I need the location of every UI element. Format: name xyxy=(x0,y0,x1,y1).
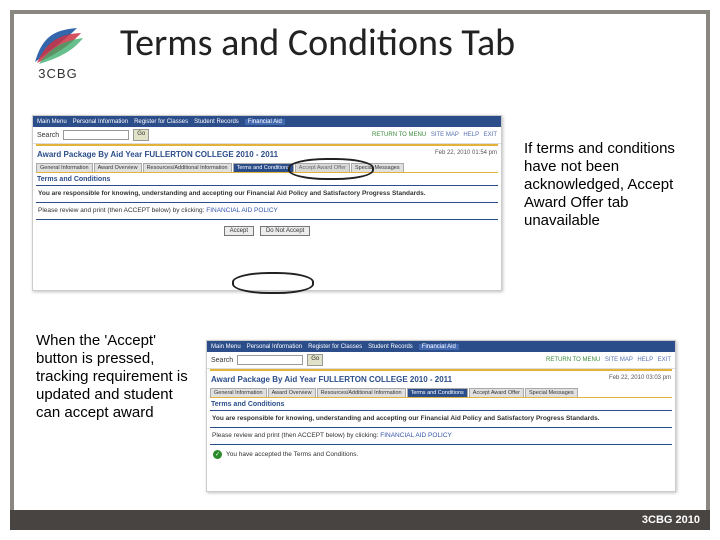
tab-messages[interactable]: Special Messages xyxy=(525,388,578,397)
divider xyxy=(210,427,672,428)
nav-item[interactable]: Student Records xyxy=(194,119,239,125)
section-heading: Terms and Conditions xyxy=(33,173,501,184)
section-heading: Terms and Conditions xyxy=(207,398,675,409)
accepted-confirmation: ✓ You have accepted the Terms and Condit… xyxy=(207,446,675,463)
package-title: Award Package By Aid Year FULLERTON COLL… xyxy=(33,146,501,161)
divider xyxy=(36,202,498,203)
search-label: Search xyxy=(211,357,233,364)
search-row: Search Go RETURN TO MENU SITE MAP HELP E… xyxy=(207,352,675,369)
divider xyxy=(210,410,672,411)
tab-general[interactable]: General Information xyxy=(36,163,93,172)
tab-accept-offer[interactable]: Accept Award Offer xyxy=(469,388,524,397)
check-icon: ✓ xyxy=(213,450,222,459)
tab-general[interactable]: General Information xyxy=(210,388,267,397)
logo-text: 3CBG xyxy=(38,66,77,81)
search-label: Search xyxy=(37,132,59,139)
action-buttons: Accept Do Not Accept xyxy=(33,221,501,240)
slide-title: Terms and Conditions Tab xyxy=(120,20,515,66)
callout-right: If terms and conditions have not been ac… xyxy=(524,140,694,230)
site-map-link[interactable]: SITE MAP xyxy=(431,132,459,138)
callout-left: When the 'Accept' button is pressed, tra… xyxy=(36,332,194,422)
screenshot-before: Main Menu Personal Information Register … xyxy=(32,115,502,291)
help-link[interactable]: HELP xyxy=(637,357,653,363)
accepted-text: You have accepted the Terms and Conditio… xyxy=(226,451,358,458)
tab-terms[interactable]: Terms and Conditions xyxy=(407,388,468,397)
return-menu-link[interactable]: RETURN TO MENU xyxy=(372,132,426,138)
top-nav: Main Menu Personal Information Register … xyxy=(207,341,675,352)
util-links: RETURN TO MENU SITE MAP HELP EXIT xyxy=(546,357,671,363)
exit-link[interactable]: EXIT xyxy=(658,357,671,363)
search-input[interactable] xyxy=(63,130,129,140)
nav-item[interactable]: Main Menu xyxy=(37,119,67,125)
help-link[interactable]: HELP xyxy=(463,132,479,138)
tab-terms[interactable]: Terms and Conditions xyxy=(233,163,294,172)
review-print-text: Please review and print (then ACCEPT bel… xyxy=(207,429,675,443)
nav-item[interactable]: Financial Aid xyxy=(245,119,285,125)
tab-bar: General Information Award Overview Resou… xyxy=(207,386,675,397)
exit-link[interactable]: EXIT xyxy=(484,132,497,138)
package-title-text: Award Package By Aid Year FULLERTON COLL… xyxy=(37,150,278,159)
tab-overview[interactable]: Award Overview xyxy=(94,163,142,172)
slide-footer: 3CBG 2010 xyxy=(10,510,710,530)
nav-item[interactable]: Register for Classes xyxy=(134,119,188,125)
nav-item[interactable]: Register for Classes xyxy=(308,344,362,350)
review-print-label: Please review and print (then ACCEPT bel… xyxy=(38,207,204,214)
search-input[interactable] xyxy=(237,355,303,365)
responsible-text: You are responsible for knowing, underst… xyxy=(207,412,675,426)
nav-item[interactable]: Personal Information xyxy=(73,119,128,125)
review-print-text: Please review and print (then ACCEPT bel… xyxy=(33,204,501,218)
responsible-text: You are responsible for knowing, underst… xyxy=(33,187,501,201)
tab-resources[interactable]: Resources/Additional Information xyxy=(317,388,406,397)
nav-item[interactable]: Financial Aid xyxy=(419,344,459,350)
tab-resources[interactable]: Resources/Additional Information xyxy=(143,163,232,172)
review-print-label: Please review and print (then ACCEPT bel… xyxy=(212,432,378,439)
divider xyxy=(210,444,672,445)
nav-item[interactable]: Main Menu xyxy=(211,344,241,350)
timestamp: Feb 22, 2010 01:54 pm xyxy=(435,150,497,156)
logo: 3CBG xyxy=(14,14,102,92)
package-title-text: Award Package By Aid Year FULLERTON COLL… xyxy=(211,375,452,384)
tab-messages[interactable]: Special Messages xyxy=(351,163,404,172)
policy-link[interactable]: FINANCIAL AID POLICY xyxy=(380,432,452,439)
go-button[interactable]: Go xyxy=(133,129,149,141)
timestamp: Feb 22, 2010 03:03 pm xyxy=(609,375,671,381)
tab-accept-offer: Accept Award Offer xyxy=(295,163,350,172)
nav-item[interactable]: Personal Information xyxy=(247,344,302,350)
top-nav: Main Menu Personal Information Register … xyxy=(33,116,501,127)
divider xyxy=(36,185,498,186)
ribbon-icon xyxy=(31,26,85,66)
do-not-accept-button[interactable]: Do Not Accept xyxy=(260,226,310,236)
site-map-link[interactable]: SITE MAP xyxy=(605,357,633,363)
nav-item[interactable]: Student Records xyxy=(368,344,413,350)
accept-button[interactable]: Accept xyxy=(224,226,254,236)
package-title: Award Package By Aid Year FULLERTON COLL… xyxy=(207,371,675,386)
util-links: RETURN TO MENU SITE MAP HELP EXIT xyxy=(372,132,497,138)
tab-bar: General Information Award Overview Resou… xyxy=(33,161,501,172)
return-menu-link[interactable]: RETURN TO MENU xyxy=(546,357,600,363)
divider xyxy=(36,219,498,220)
go-button[interactable]: Go xyxy=(307,354,323,366)
search-row: Search Go RETURN TO MENU SITE MAP HELP E… xyxy=(33,127,501,144)
screenshot-after: Main Menu Personal Information Register … xyxy=(206,340,676,492)
tab-overview[interactable]: Award Overview xyxy=(268,388,316,397)
policy-link[interactable]: FINANCIAL AID POLICY xyxy=(206,207,278,214)
